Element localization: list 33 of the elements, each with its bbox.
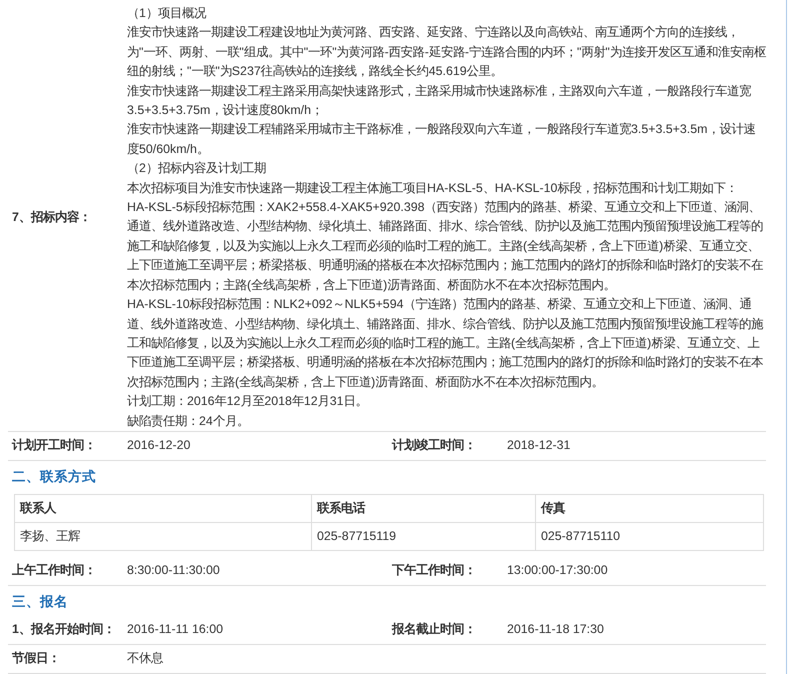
field-label: 下午工作时间： xyxy=(391,562,477,580)
field-label: 计划竣工时间： xyxy=(390,437,477,454)
field-value: 8:30:00-11:30:00 xyxy=(126,562,221,580)
column-header: 联系电话 xyxy=(312,494,536,522)
field-value: 2016-12-20 xyxy=(126,437,192,454)
paragraph-text: （2）招标内容及计划工期 xyxy=(127,160,267,178)
section-heading: 三、报名 xyxy=(11,592,69,611)
paragraph-text: 缺陷责任期：24个月。 xyxy=(127,412,250,430)
field-label: 计划开工时间： xyxy=(10,437,97,454)
paragraph-text: （1）项目概况 xyxy=(127,5,208,22)
field-value: 13:00:00-17:30:00 xyxy=(506,562,609,580)
field-value: 2018-12-31 xyxy=(506,437,572,454)
table-cell: 025-87715119 xyxy=(312,522,536,550)
paragraph-text: 淮安市快速路一期建设工程辅路采用城市主干路标准，一般路段双向六车道，一般路段行车道宽3.5+3.5+3.5m，设计速度50/60km/h。 xyxy=(127,121,756,158)
field-label: 7、招标内容： xyxy=(11,208,92,226)
column-header: 联系人 xyxy=(14,494,312,522)
field-value: 2016-11-11 16:00 xyxy=(126,621,224,638)
field-label: 节假日： xyxy=(11,650,61,668)
table-cell: 李扬、王辉 xyxy=(14,522,312,550)
column-header: 传真 xyxy=(536,494,764,522)
field-label: 上午工作时间： xyxy=(11,562,97,580)
field-value: 2016-11-18 17:30 xyxy=(506,621,605,638)
paragraph-text: 淮安市快速路一期建设工程主路采用高架快速路形式，主路采用城市快速路标准，主路双向六车道，一般路段行车道宽3.5+3.5+3.75m，设计速度80km/h； xyxy=(127,82,752,120)
field-label: 1、报名开始时间： xyxy=(11,621,116,638)
paragraph-text: 淮安市快速路一期建设工程建设地址为黄河路、西安路、延安路、宁连路以及向高铁站、南互通两个方向的连接线，为"一环、两射、一联"组成。其中"一环"为黄河路-西安路-延安路-宁连路合围的内环；"两射"为连接开发区互通和淮安南枢纽的射线；"一联"为S237往高铁站的连接线，路线全长约45.619公里。 xyxy=(127,24,766,80)
paragraph-text: 计划工期：2016年12月至2018年12月31日。 xyxy=(127,393,368,410)
paragraph-text: HA-KSL-10标段招标范围：NLK2+092～NLK5+594（宁连路）范围内的路基、桥梁、互通立交和上下匝道、涵洞、通道、线外道路改造、小型结构物、绿化填土、辅路路面、排水、综合管线、防护以及施工范围内预留预埋设施工程等的施工和缺陷修复，以及为实施以上永久工程而必须的临时工程的施工。主路(全线高架桥，含上下匝道)桥梁、互通立交、上下匝道施工至调平层；桥梁搭板、明通明涵的搭板在本次招标范围内；施工范围内的路灯的拆除和临时路灯的安装不在本次招标范围内；主路(全线高架桥，含上下匝道)沥青路面、桥面防水不在本次招标范围内。 xyxy=(127,296,764,391)
paragraph-text: HA-KSL-5标段招标范围：XAK2+558.4-XAK5+920.398（西安路）范围内的路基、桥梁、互通立交和上下匝道、涵洞、通道、线外道路改造、小型结构物、绿化填土、辅路路面、排水、综合管线、防护以及施工范围内预留预埋设施工程等的施工和缺陷修复，以及为实施以上永久工程而必须的临时工程的施工。主路(全线高架桥，含上下匝道)桥梁、互通立交、上下匝道施工至调平层；桥梁搭板、明通明涵的搭板在本次招标范围内；施工范围内的路灯的拆除和临时路灯的安装不在本次招标范围内；主路(全线高架桥，含上下匝道)沥青路面、桥面防水不在本次招标范围内。 xyxy=(127,199,764,294)
section-heading: 二、联系方式 xyxy=(11,468,97,486)
table-cell: 025-87715110 xyxy=(536,522,764,550)
field-value: 不休息 xyxy=(126,650,164,668)
paragraph-text: 本次招标项目为淮安市快速路一期建设工程主体施工项目HA-KSL-5、HA-KSL-10标段，招标范围和计划工期如下： xyxy=(127,180,738,197)
field-label: 报名截止时间： xyxy=(390,621,477,638)
